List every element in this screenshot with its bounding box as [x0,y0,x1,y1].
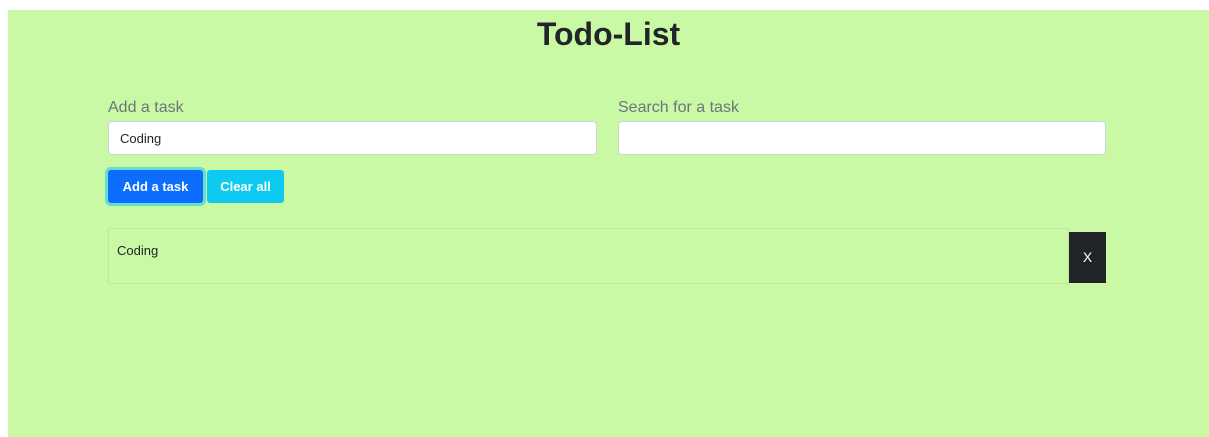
task-list: Coding X [108,228,1106,284]
add-task-button[interactable]: Add a task [108,170,203,203]
todo-app: Todo-List Add a task Search for a task A… [8,10,1209,437]
search-task-input[interactable] [618,121,1106,155]
add-task-label: Add a task [108,99,184,116]
page-title: Todo-List [536,16,681,52]
clear-all-button[interactable]: Clear all [207,170,284,203]
add-task-input[interactable] [108,121,597,155]
task-text: Coding [117,243,159,258]
delete-task-button[interactable]: X [1069,232,1106,283]
search-task-label: Search for a task [618,99,739,116]
task-item: Coding [108,228,1069,284]
